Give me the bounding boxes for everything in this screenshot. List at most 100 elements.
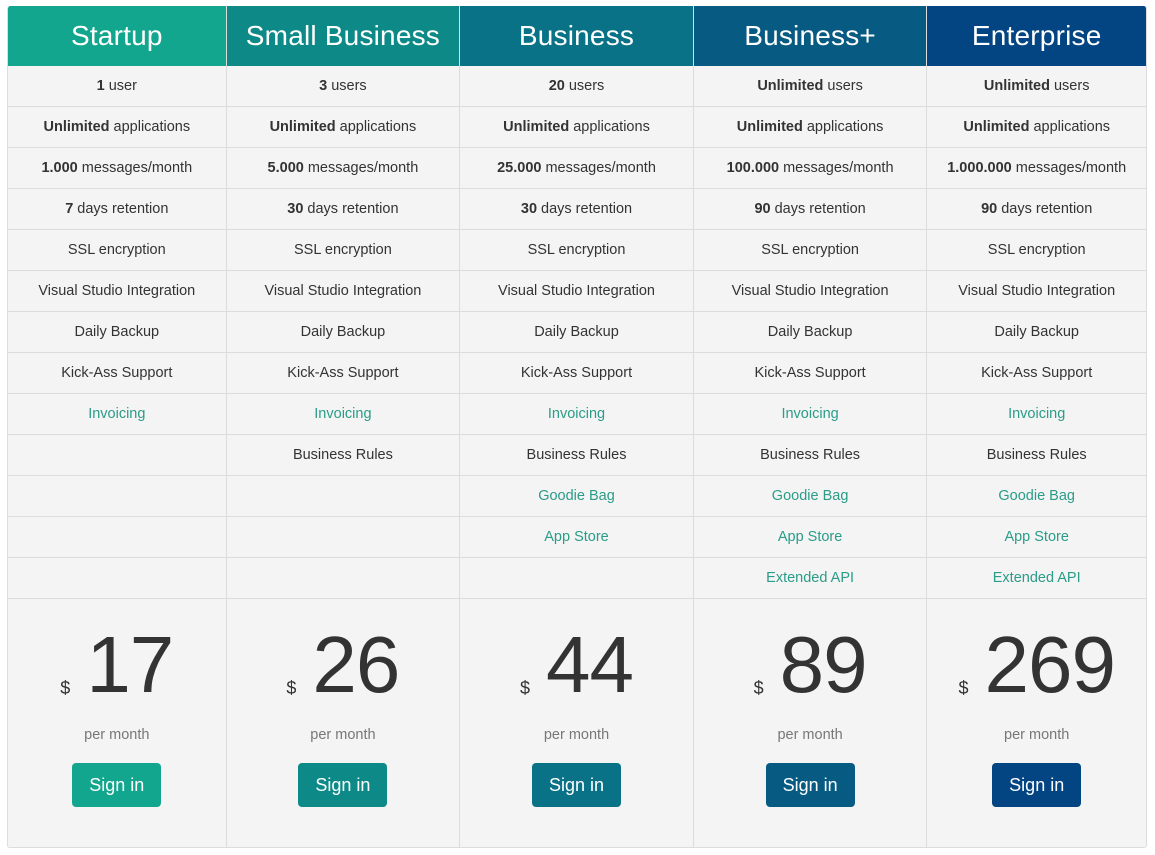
- feature-value: 30: [287, 201, 304, 217]
- feature-row: SSL encryption: [8, 230, 226, 271]
- feature-row: Kick-Ass Support: [693, 353, 927, 394]
- feature-value: 7: [65, 201, 74, 217]
- feature-value: 3: [319, 78, 328, 94]
- feature-row: [226, 558, 460, 599]
- feature-row: [226, 517, 460, 558]
- feature-row: App Store: [927, 517, 1146, 558]
- billing-period: per month: [1004, 727, 1070, 743]
- feature-row: Visual Studio Integration: [460, 271, 693, 312]
- feature-value: 1.000: [41, 160, 78, 176]
- feature-row: [8, 517, 226, 558]
- price-block: $26 per month Sign in: [227, 599, 460, 847]
- feature-label: Daily Backup: [994, 324, 1079, 340]
- sign-in-button[interactable]: Sign in: [298, 763, 388, 807]
- plan-name: Business: [460, 6, 693, 66]
- feature-row: Unlimited applications: [693, 107, 927, 148]
- feature-row: Business Rules: [927, 435, 1146, 476]
- feature-label: Daily Backup: [300, 324, 386, 340]
- feature-label: Kick-Ass Support: [61, 365, 173, 381]
- feature-row: 1.000 messages/month: [8, 148, 226, 189]
- feature-label: Visual Studio Integration: [264, 283, 422, 299]
- feature-value: 1: [96, 78, 105, 94]
- price: $269: [958, 620, 1116, 709]
- feature-label: applications: [806, 119, 884, 135]
- price-block: $269 per month Sign in: [927, 599, 1146, 847]
- feature-label: Daily Backup: [767, 324, 853, 340]
- feature-label: users: [1053, 78, 1090, 94]
- feature-row: Goodie Bag: [927, 476, 1146, 517]
- feature-label: App Store: [777, 529, 843, 545]
- feature-row: SSL encryption: [693, 230, 927, 271]
- feature-label: Business Rules: [292, 447, 393, 463]
- feature-row: 30 days retention: [460, 189, 693, 230]
- feature-row: Invoicing: [693, 394, 927, 435]
- price-amount: 17: [86, 620, 174, 709]
- feature-row: SSL encryption: [460, 230, 693, 271]
- feature-value: Unlimited: [269, 119, 336, 135]
- sign-in-button[interactable]: Sign in: [72, 763, 162, 807]
- feature-label: Kick-Ass Support: [287, 365, 399, 381]
- feature-row: Unlimited applications: [460, 107, 693, 148]
- feature-row: Daily Backup: [226, 312, 460, 353]
- plan-name: Startup: [8, 6, 226, 66]
- feature-row: 90 days retention: [927, 189, 1146, 230]
- currency-symbol: $: [520, 678, 531, 698]
- feature-row: [226, 476, 460, 517]
- feature-row: Kick-Ass Support: [226, 353, 460, 394]
- feature-value: 5.000: [267, 160, 304, 176]
- feature-label: Business Rules: [760, 447, 861, 463]
- feature-row: Kick-Ass Support: [927, 353, 1146, 394]
- plan-name: Business+: [693, 6, 927, 66]
- price: $17: [60, 620, 174, 709]
- feature-value: 30: [520, 201, 538, 217]
- feature-list: 1 user Unlimited applications 1.000 messages/…: [8, 66, 226, 599]
- feature-row: 7 days retention: [8, 189, 226, 230]
- feature-label: user: [108, 78, 137, 94]
- billing-period: per month: [543, 727, 610, 743]
- feature-label: Daily Backup: [534, 324, 619, 340]
- sign-in-button[interactable]: Sign in: [765, 763, 855, 807]
- feature-label: SSL encryption: [67, 242, 166, 258]
- feature-label: SSL encryption: [987, 242, 1086, 258]
- feature-label: messages/month: [545, 160, 656, 176]
- feature-row: Goodie Bag: [693, 476, 927, 517]
- feature-label: applications: [113, 119, 191, 135]
- feature-label: days retention: [1001, 201, 1093, 217]
- feature-label: Invoicing: [781, 406, 839, 422]
- feature-row: Daily Backup: [927, 312, 1146, 353]
- feature-label: App Store: [544, 529, 609, 545]
- feature-label: Goodie Bag: [998, 488, 1075, 504]
- billing-period: per month: [310, 727, 376, 743]
- feature-row: 1 user: [8, 66, 226, 107]
- price-amount: 269: [984, 620, 1115, 709]
- feature-value: Unlimited: [983, 78, 1050, 94]
- feature-row: Business Rules: [460, 435, 693, 476]
- feature-row: 3 users: [226, 66, 460, 107]
- plan-column-startup: Startup 1 user Unlimited applications 1.000 me…: [8, 6, 227, 847]
- plan-name: Enterprise: [927, 6, 1146, 66]
- feature-label: Goodie Bag: [538, 488, 615, 504]
- sign-in-button[interactable]: Sign in: [531, 763, 622, 807]
- feature-row: Kick-Ass Support: [460, 353, 693, 394]
- plan-column-small-business: Small Business 3 users Unlimited application…: [226, 6, 461, 847]
- feature-row: Business Rules: [693, 435, 927, 476]
- feature-row: 5.000 messages/month: [226, 148, 460, 189]
- feature-label: applications: [339, 119, 417, 135]
- sign-in-button[interactable]: Sign in: [992, 763, 1082, 807]
- price-amount: 26: [312, 620, 400, 709]
- plan-column-enterprise: Enterprise Unlimited users Unlimited applica…: [927, 6, 1146, 847]
- feature-label: days retention: [774, 201, 866, 217]
- feature-label: users: [568, 78, 605, 94]
- feature-value: 20: [548, 78, 565, 94]
- feature-row: Visual Studio Integration: [226, 271, 460, 312]
- feature-value: 90: [981, 201, 998, 217]
- feature-label: Invoicing: [314, 406, 372, 422]
- feature-row: [8, 476, 226, 517]
- feature-row: Invoicing: [8, 394, 226, 435]
- feature-label: App Store: [1004, 529, 1069, 545]
- feature-label: Visual Studio Integration: [498, 283, 655, 299]
- billing-period: per month: [777, 727, 843, 743]
- feature-row: [8, 558, 226, 599]
- feature-list: Unlimited users Unlimited applications 1.000…: [927, 66, 1146, 599]
- feature-label: Business Rules: [526, 447, 627, 463]
